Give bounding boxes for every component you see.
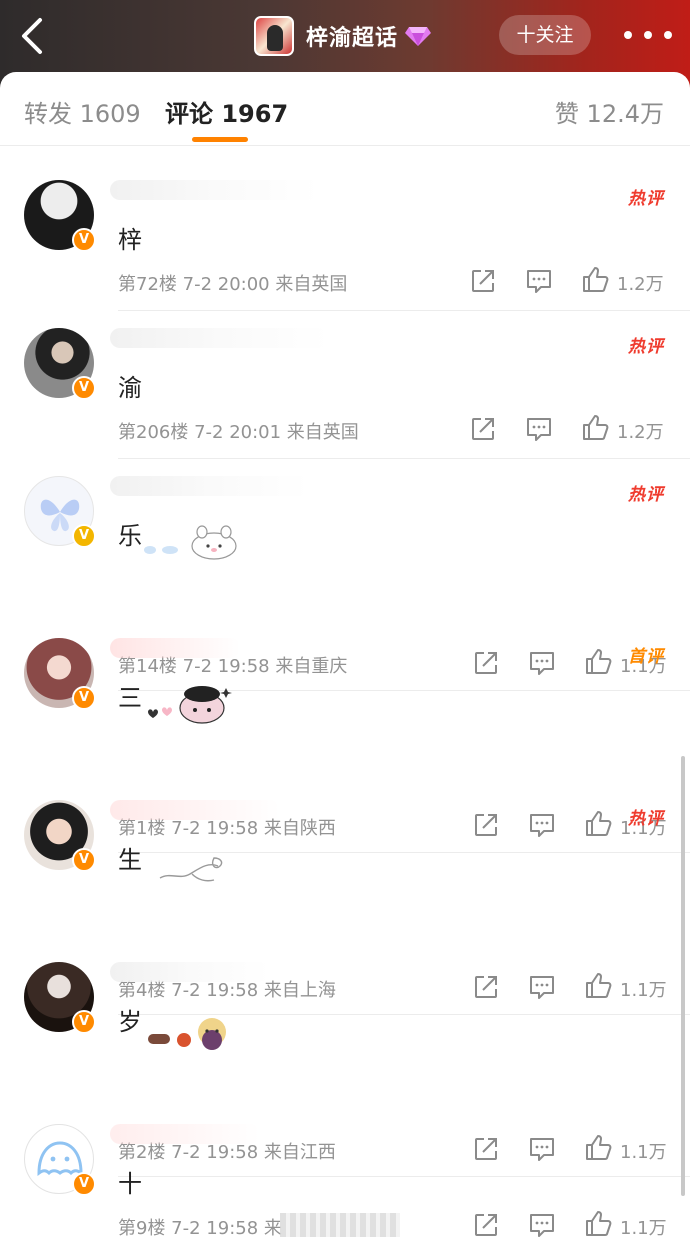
comment-text: 渝	[118, 374, 142, 402]
supertopic-avatar	[254, 16, 294, 56]
hot-comment-tag: 热评	[628, 189, 664, 209]
tab-repost[interactable]: 转发 1609	[24, 94, 141, 129]
tab-bar: 转发 1609 评论 1967 赞 12.4万	[0, 72, 690, 146]
hot-comment-tag: 热评	[628, 809, 664, 829]
avatar[interactable]: V	[24, 1124, 96, 1196]
like-count: 1.2万	[617, 422, 664, 443]
avatar[interactable]: V	[24, 962, 96, 1034]
thumbs-up-icon[interactable]	[583, 646, 613, 676]
chevron-left-icon	[22, 18, 42, 54]
comment-text: 岁	[118, 1008, 142, 1036]
avatar[interactable]: V	[24, 638, 96, 710]
verified-badge: V	[72, 848, 96, 872]
like-count: 1.1万	[620, 1142, 667, 1163]
share-icon[interactable]	[471, 648, 501, 678]
username-blurred	[110, 1124, 260, 1144]
diamond-icon	[405, 27, 432, 46]
comment-icon[interactable]	[524, 266, 554, 296]
share-icon[interactable]	[468, 414, 498, 444]
verified-badge: V	[72, 1010, 96, 1034]
follow-button[interactable]: 十关注	[499, 15, 591, 55]
comment-icon[interactable]	[527, 972, 557, 1002]
comment-text: 梓	[118, 226, 142, 254]
divider	[118, 458, 690, 459]
verified-badge: V	[72, 228, 96, 252]
username-blurred	[110, 180, 320, 200]
username-blurred	[110, 800, 280, 820]
comment-text: 三	[118, 684, 142, 712]
thumbs-up-icon[interactable]	[583, 1132, 613, 1162]
comment-meta: 第72楼 7-2 20:00 来自英国	[118, 274, 348, 295]
share-icon[interactable]	[471, 810, 501, 840]
username-blurred	[110, 328, 330, 348]
hot-comment-tag: 热评	[628, 485, 664, 505]
thumbs-up-icon[interactable]	[583, 970, 613, 1000]
bunny-sticker	[144, 525, 237, 560]
comment-meta: 第206楼 7-2 20:01 来自英国	[118, 422, 359, 443]
scrollbar[interactable]	[681, 756, 685, 1196]
comment-icon[interactable]	[527, 810, 557, 840]
ribbon-sticker	[159, 857, 223, 882]
divider	[118, 1176, 690, 1177]
avatar[interactable]: V	[24, 476, 96, 548]
more-dots-icon[interactable]	[624, 24, 672, 46]
thumbs-up-icon[interactable]	[580, 264, 610, 294]
username-blurred	[110, 638, 240, 658]
tab-comment[interactable]: 评论 1967	[165, 94, 288, 129]
verified-badge: V	[72, 376, 96, 400]
comment-text: 生	[118, 846, 142, 874]
verified-badge: V	[72, 524, 96, 548]
verified-badge: V	[72, 1172, 96, 1196]
avatar[interactable]: V	[24, 328, 96, 400]
share-icon[interactable]	[471, 1134, 501, 1164]
thumbs-up-icon[interactable]	[583, 1208, 613, 1238]
like-count: 1.1万	[620, 1218, 667, 1239]
comment-icon[interactable]	[527, 1210, 557, 1240]
comments-sheet: 转发 1609 评论 1967 赞 12.4万 V 热评 梓 第72楼 7-2 …	[0, 72, 690, 1248]
divider	[118, 310, 690, 311]
like-count: 1.2万	[617, 274, 664, 295]
active-tab-indicator	[192, 137, 248, 142]
first-comment-tag: 首评	[628, 647, 664, 667]
share-icon[interactable]	[471, 1210, 501, 1240]
share-icon[interactable]	[471, 972, 501, 1002]
comment-text: 十	[118, 1170, 142, 1198]
thumbs-up-icon[interactable]	[580, 412, 610, 442]
food-sticker	[148, 1018, 226, 1050]
avatar[interactable]: V	[24, 180, 96, 252]
comment-icon[interactable]	[527, 648, 557, 678]
avatar[interactable]: V	[24, 800, 96, 872]
hot-comment-tag: 热评	[628, 337, 664, 357]
back-button[interactable]	[14, 14, 54, 58]
my-melody-sticker	[148, 686, 232, 724]
supertopic-title: 梓渝超话	[306, 26, 399, 51]
comment-icon[interactable]	[527, 1134, 557, 1164]
like-count: 1.1万	[620, 980, 667, 1001]
comment-icon[interactable]	[524, 414, 554, 444]
comment-text: 乐	[118, 522, 142, 550]
username-blurred	[110, 476, 310, 496]
supertopic-title-group[interactable]: 梓渝超话	[254, 14, 432, 58]
username-blurred	[110, 962, 270, 982]
thumbs-up-icon[interactable]	[583, 808, 613, 838]
comment-meta: 第9楼 7-2 19:58 来	[118, 1218, 282, 1239]
share-icon[interactable]	[468, 266, 498, 296]
blurred-text	[280, 1213, 400, 1237]
tab-like[interactable]: 赞 12.4万	[555, 94, 664, 129]
verified-badge: V	[72, 686, 96, 710]
